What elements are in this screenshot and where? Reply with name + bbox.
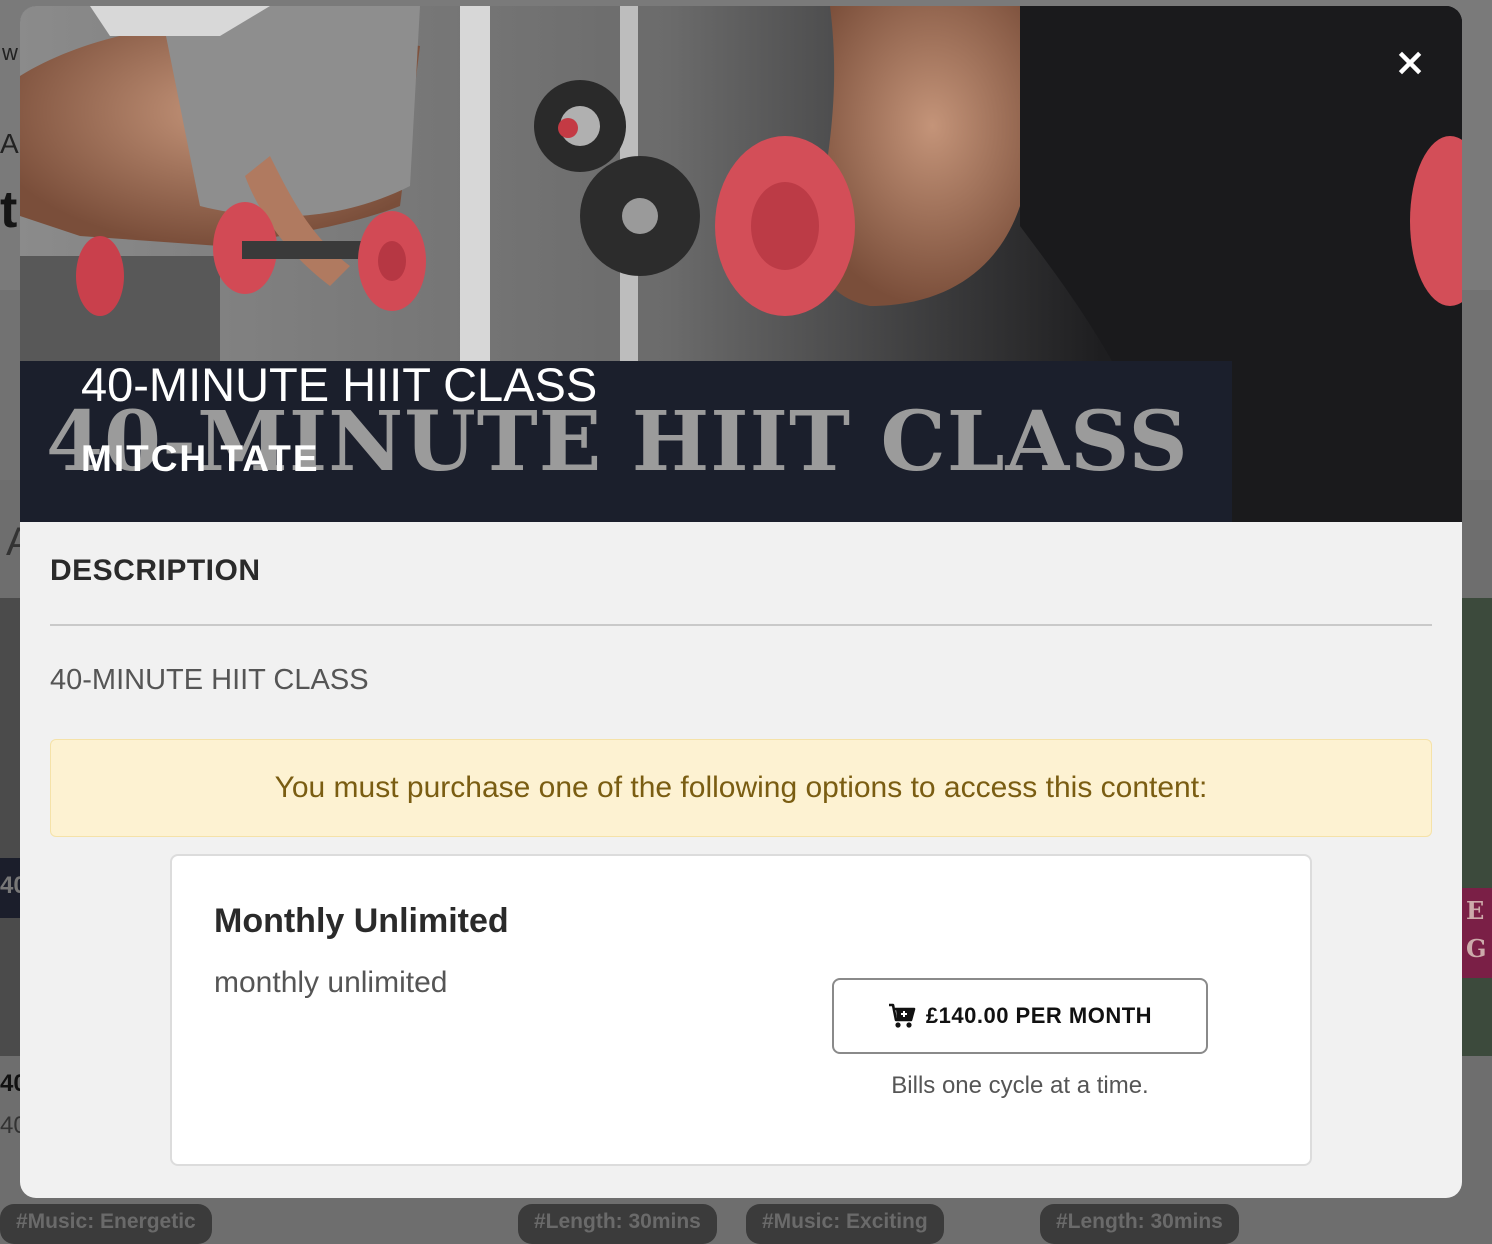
background-video-card[interactable]: E G bbox=[1462, 598, 1492, 1056]
background-text-fragment: G bbox=[1466, 934, 1487, 963]
background-card-band: E G bbox=[1462, 888, 1492, 978]
purchase-required-notice: You must purchase one of the following o… bbox=[50, 739, 1432, 837]
cart-plus-icon bbox=[888, 1003, 916, 1029]
purchase-button-label: £140.00 PER MONTH bbox=[925, 1003, 1153, 1028]
description-heading: DESCRIPTION bbox=[50, 554, 261, 587]
pricing-option-card: Monthly Unlimited monthly unlimited £140… bbox=[170, 854, 1312, 1166]
description-text: 40-MINUTE HIIT CLASS bbox=[50, 664, 369, 696]
background-text-fragment: E bbox=[1466, 896, 1485, 925]
background-video-card[interactable]: 40 bbox=[0, 598, 27, 1056]
purchase-button[interactable]: £140.00 PER MONTH bbox=[832, 978, 1208, 1054]
background-tag[interactable]: #Length: 30mins bbox=[518, 1204, 717, 1244]
plan-name: Monthly Unlimited bbox=[214, 902, 509, 940]
background-tag[interactable]: #Length: 30mins bbox=[1040, 1204, 1239, 1244]
divider bbox=[50, 624, 1432, 626]
background-tag[interactable]: #Music: Energetic bbox=[0, 1204, 212, 1244]
class-detail-modal: × 40-MINUTE HIIT CLASS 40-MINUTE HIIT CL… bbox=[20, 6, 1462, 1198]
class-title: 40-MINUTE HIIT CLASS bbox=[81, 358, 598, 411]
background-text-fragment: t bbox=[0, 181, 18, 239]
hero-image: × 40-MINUTE HIIT CLASS 40-MINUTE HIIT CL… bbox=[20, 6, 1462, 522]
billing-note: Bills one cycle at a time. bbox=[891, 1072, 1149, 1099]
background-tag[interactable]: #Music: Exciting bbox=[746, 1204, 944, 1244]
plan-description: monthly unlimited bbox=[214, 966, 448, 999]
instructor-name: MITCH TATE bbox=[81, 438, 320, 479]
close-icon[interactable]: × bbox=[1392, 42, 1428, 82]
background-card-band: 40 bbox=[0, 858, 27, 918]
background-text-fragment: w bbox=[2, 40, 18, 65]
